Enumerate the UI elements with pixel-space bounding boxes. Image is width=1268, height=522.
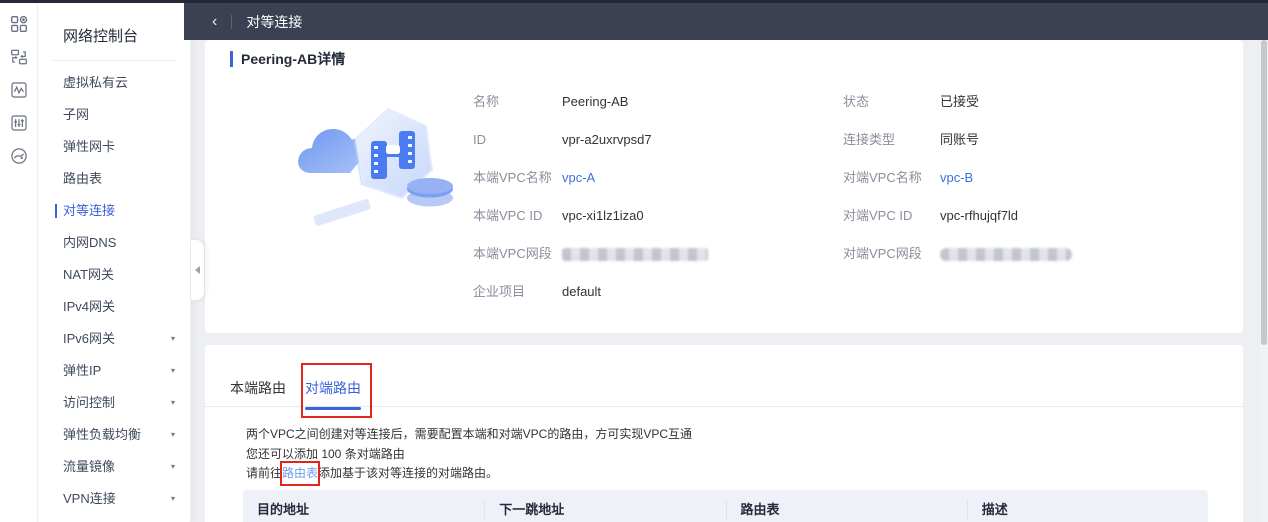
tab-peer-route[interactable]: 对端路由 xyxy=(305,378,361,410)
col-destination: 目的地址 xyxy=(257,502,310,517)
route-description: 两个VPC之间创建对等连接后，需要配置本端和对端VPC的路由，方可实现VPC互通… xyxy=(246,425,693,486)
sidebar-item-vpc[interactable]: 虚拟私有云 xyxy=(38,67,190,99)
status-value: 已接受 xyxy=(940,94,980,109)
peering-id-value: vpr-a2uxrvpsd7 xyxy=(562,132,652,147)
chevron-down-icon: ▾ xyxy=(170,398,175,407)
sidebar: 网络控制台 虚拟私有云 子网 弹性网卡 路由表 对等连接 内网DNS NAT网关… xyxy=(38,3,191,522)
header-divider xyxy=(231,14,233,29)
sidebar-item-route-table[interactable]: 路由表 xyxy=(38,163,190,195)
local-vpc-name-link[interactable]: vpc-A xyxy=(562,170,595,186)
sidebar-collapse-icon xyxy=(195,266,200,274)
app-monitor-icon[interactable] xyxy=(10,81,28,99)
sidebar-item-acl[interactable]: 访问控制 ▾ xyxy=(38,387,190,419)
chevron-down-icon: ▾ xyxy=(170,334,175,343)
route-table-link[interactable]: 路由表 xyxy=(282,466,318,480)
console-title: 网络控制台 xyxy=(63,28,139,45)
sidebar-collapse-handle[interactable] xyxy=(191,240,204,300)
chevron-down-icon: ▾ xyxy=(170,366,175,375)
sidebar-nav: 虚拟私有云 子网 弹性网卡 路由表 对等连接 内网DNS NAT网关 IPv4网… xyxy=(38,61,190,522)
route-desc-line2: 您还可以添加 100 条对端路由 xyxy=(246,446,405,461)
sidebar-item-eni[interactable]: 弹性网卡 xyxy=(38,131,190,163)
global-network-icon[interactable] xyxy=(10,147,28,165)
peering-detail-card: Peering-AB详情 名称 Peering-AB ID vpr-a2uxrv… xyxy=(205,40,1243,333)
sidebar-item-ipv6-gw[interactable]: IPv6网关 ▾ xyxy=(38,323,190,355)
window-top-strip xyxy=(0,0,1268,3)
config-sliders-icon[interactable] xyxy=(10,114,28,132)
local-vpc-cidr-masked xyxy=(562,246,708,262)
dashboard-grid-icon[interactable] xyxy=(10,15,28,33)
peering-name-value: Peering-AB xyxy=(562,94,629,109)
sidebar-item-dns[interactable]: 内网DNS xyxy=(38,227,190,259)
chevron-down-icon: ▾ xyxy=(170,494,175,503)
sidebar-item-mirror[interactable]: 流量镜像 ▾ xyxy=(38,451,190,483)
sidebar-item-peering[interactable]: 对等连接 xyxy=(38,195,190,227)
scrollbar-thumb[interactable] xyxy=(1261,40,1267,345)
enterprise-project-value: default xyxy=(562,284,602,299)
routes-card: 本端路由 对端路由 两个VPC之间创建对等连接后，需要配置本端和对端VPC的路由… xyxy=(205,345,1243,522)
back-button[interactable]: ‹ xyxy=(212,13,217,30)
route-desc-line3: 请前往路由表 添加基于该对等连接的对端路由。 xyxy=(246,461,692,486)
icon-rail xyxy=(0,3,38,522)
peering-illustration xyxy=(293,95,463,240)
sidebar-item-nat[interactable]: NAT网关 xyxy=(38,259,190,291)
title-accent-bar xyxy=(230,51,233,67)
chevron-down-icon: ▾ xyxy=(170,430,175,439)
detail-title-text: Peering-AB详情 xyxy=(241,51,346,67)
peer-vpc-cidr-masked xyxy=(940,246,1072,262)
sidebar-item-ipv4-gw[interactable]: IPv4网关 xyxy=(38,291,190,323)
sidebar-item-endpoint[interactable]: 终端节点 xyxy=(38,515,190,522)
page-header: ‹ 对等连接 xyxy=(184,3,1268,40)
col-route-table: 路由表 xyxy=(725,500,967,520)
route-desc-line1: 两个VPC之间创建对等连接后，需要配置本端和对端VPC的路由，方可实现VPC互通 xyxy=(246,427,693,441)
peer-vpc-id-value: vpc-rfhujqf7ld xyxy=(940,208,1019,223)
col-next-hop: 下一跳地址 xyxy=(484,500,725,520)
route-table-header: 目的地址 下一跳地址 路由表 描述 xyxy=(243,490,1208,522)
sidebar-item-subnet[interactable]: 子网 xyxy=(38,99,190,131)
chevron-down-icon: ▾ xyxy=(170,462,175,471)
connection-type-value: 同账号 xyxy=(940,132,980,147)
detail-section-title: Peering-AB详情 xyxy=(230,49,345,69)
sidebar-item-elb[interactable]: 弹性负载均衡 ▾ xyxy=(38,419,190,451)
page-title: 对等连接 xyxy=(246,13,303,30)
scrollbar-track xyxy=(1260,40,1268,522)
local-vpc-id-value: vpc-xi1lz1iza0 xyxy=(562,208,644,223)
peer-vpc-name-link[interactable]: vpc-B xyxy=(940,170,973,186)
tab-local-route[interactable]: 本端路由 xyxy=(230,378,286,404)
sidebar-item-eip[interactable]: 弹性IP ▾ xyxy=(38,355,190,387)
col-description: 描述 xyxy=(966,500,1208,520)
resource-swap-icon[interactable] xyxy=(10,48,28,66)
sidebar-item-vpn[interactable]: VPN连接 ▾ xyxy=(38,483,190,515)
routes-tabs: 本端路由 对端路由 xyxy=(205,345,1243,410)
